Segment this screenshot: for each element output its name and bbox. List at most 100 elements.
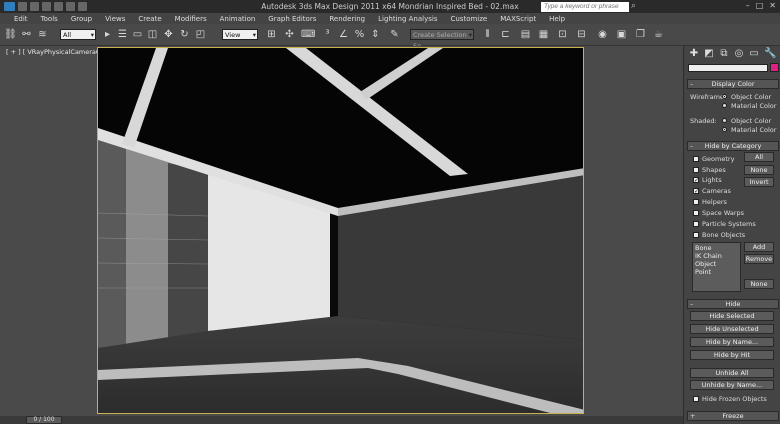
spinner-snap-icon[interactable]: ⇕	[369, 28, 382, 41]
edit-named-selection-icon[interactable]: ✎	[388, 28, 401, 41]
select-scale-icon[interactable]: ◰	[194, 28, 207, 41]
menu-modifiers[interactable]: Modifiers	[175, 15, 207, 23]
helpers-checkbox[interactable]	[693, 199, 699, 205]
hide-rollout[interactable]: – Hide	[687, 299, 779, 309]
camera-viewport[interactable]	[97, 47, 584, 414]
select-rotate-icon[interactable]: ↻	[178, 28, 191, 41]
cameras-checkbox[interactable]: ✓	[693, 188, 699, 195]
hide-frozen-checkbox[interactable]	[693, 396, 699, 402]
menu-maxscript[interactable]: MAXScript	[500, 15, 536, 23]
menu-rendering[interactable]: Rendering	[329, 15, 365, 23]
maximize-icon[interactable]: □	[756, 1, 764, 10]
hide-by-name-button[interactable]: Hide by Name...	[690, 337, 774, 347]
category-list[interactable]: Bone IK Chain Object Point	[692, 242, 741, 292]
window-crossing-icon[interactable]: ◫	[146, 28, 159, 41]
list-item[interactable]: Bone	[695, 244, 738, 252]
none-button[interactable]: None	[744, 165, 774, 175]
selection-filter-dropdown[interactable]: All	[60, 29, 96, 41]
display-tab-icon[interactable]: ▭	[748, 48, 760, 60]
add-button[interactable]: Add	[744, 242, 774, 252]
unlink-icon[interactable]: ⚯	[20, 28, 33, 41]
wireframe-object-color-radio[interactable]	[722, 94, 727, 99]
rendered-frame-icon[interactable]: ❐	[634, 28, 647, 41]
rect-selection-icon[interactable]: ▭	[131, 28, 144, 41]
menu-help[interactable]: Help	[549, 15, 565, 23]
menu-create[interactable]: Create	[138, 15, 161, 23]
angle-snap-icon[interactable]: ∠	[337, 28, 350, 41]
object-name-field[interactable]	[688, 64, 768, 72]
unhide-by-name-button[interactable]: Unhide by Name...	[690, 380, 774, 390]
freeze-rollout[interactable]: + Freeze	[687, 411, 779, 421]
named-selection-set-dropdown[interactable]: Create Selection Se	[410, 29, 474, 50]
project-folder-icon[interactable]	[78, 2, 87, 11]
remove-button[interactable]: Remove	[744, 254, 774, 264]
geometry-label: Geometry	[702, 155, 735, 163]
hierarchy-tab-icon[interactable]: ⧉	[718, 48, 730, 60]
time-slider[interactable]: 0 / 100	[26, 416, 62, 424]
hide-by-hit-button[interactable]: Hide by Hit	[690, 350, 774, 360]
create-tab-icon[interactable]: ✚	[688, 48, 700, 60]
percent-snap-icon[interactable]: %	[353, 28, 366, 41]
menu-group[interactable]: Group	[71, 15, 92, 23]
app-logo-icon[interactable]	[4, 2, 15, 11]
modify-tab-icon[interactable]: ◩	[703, 48, 715, 60]
render-setup-icon[interactable]: ▣	[615, 28, 628, 41]
close-icon[interactable]: ✕	[769, 1, 776, 10]
none-list-button[interactable]: None	[744, 279, 774, 289]
shapes-checkbox[interactable]	[693, 167, 699, 173]
menu-customize[interactable]: Customize	[450, 15, 487, 23]
graphite-modeling-icon[interactable]: ▦	[537, 28, 550, 41]
particle-systems-checkbox[interactable]	[693, 221, 699, 227]
select-manipulate-icon[interactable]: ✣	[283, 28, 296, 41]
menu-views[interactable]: Views	[105, 15, 125, 23]
hide-selected-button[interactable]: Hide Selected	[690, 311, 774, 321]
mirror-icon[interactable]: ⫴	[481, 28, 494, 41]
search-icon[interactable]: ⌕	[631, 1, 636, 11]
align-icon[interactable]: ⊏	[499, 28, 512, 41]
unhide-all-button[interactable]: Unhide All	[690, 368, 774, 378]
list-item[interactable]: IK Chain Object	[695, 252, 738, 268]
snaps-toggle-icon[interactable]: ³	[321, 28, 334, 41]
menu-tools[interactable]: Tools	[41, 15, 58, 23]
shaded-material-color-radio[interactable]	[722, 127, 727, 132]
keyboard-shortcut-icon[interactable]: ⌨	[301, 28, 315, 41]
new-file-icon[interactable]	[18, 2, 27, 11]
minimize-icon[interactable]: –	[746, 1, 750, 10]
list-item[interactable]: Point	[695, 268, 738, 276]
menu-lighting-analysis[interactable]: Lighting Analysis	[378, 15, 437, 23]
object-color-swatch[interactable]	[770, 63, 779, 72]
lights-checkbox[interactable]: ✓	[693, 177, 699, 184]
pivot-center-icon[interactable]: ⊞	[265, 28, 278, 41]
menu-animation[interactable]: Animation	[220, 15, 256, 23]
render-production-icon[interactable]: ☕	[652, 28, 665, 41]
wireframe-material-color-radio[interactable]	[722, 103, 727, 108]
open-file-icon[interactable]	[30, 2, 39, 11]
redo-icon[interactable]	[66, 2, 75, 11]
menu-edit[interactable]: Edit	[14, 15, 28, 23]
invert-button[interactable]: Invert	[744, 177, 774, 187]
bind-spacewarp-icon[interactable]: ≋	[36, 28, 49, 41]
shaded-object-color-radio[interactable]	[722, 118, 727, 123]
bone-objects-checkbox[interactable]	[693, 232, 699, 238]
save-file-icon[interactable]	[42, 2, 51, 11]
undo-icon[interactable]	[54, 2, 63, 11]
display-color-rollout[interactable]: – Display Color	[687, 79, 779, 89]
select-object-icon[interactable]: ▸	[101, 28, 114, 41]
space-warps-checkbox[interactable]	[693, 210, 699, 216]
motion-tab-icon[interactable]: ◎	[733, 48, 745, 60]
menu-graph-editors[interactable]: Graph Editors	[268, 15, 316, 23]
all-button[interactable]: All	[744, 152, 774, 162]
geometry-checkbox[interactable]	[693, 156, 699, 162]
reference-coordinate-dropdown[interactable]: View	[222, 29, 258, 41]
select-move-icon[interactable]: ✥	[162, 28, 175, 41]
utilities-tab-icon[interactable]: 🔧	[764, 48, 776, 60]
search-input[interactable]	[541, 2, 629, 12]
hide-unselected-button[interactable]: Hide Unselected	[690, 324, 774, 334]
curve-editor-icon[interactable]: ⊡	[556, 28, 569, 41]
schematic-view-icon[interactable]: ⊟	[575, 28, 588, 41]
material-editor-icon[interactable]: ◉	[596, 28, 609, 41]
select-by-name-icon[interactable]: ☰	[116, 28, 129, 41]
select-link-icon[interactable]: ⛓	[4, 28, 17, 41]
layer-manager-icon[interactable]: ▤	[519, 28, 532, 41]
hide-by-category-rollout[interactable]: – Hide by Category	[687, 141, 779, 151]
